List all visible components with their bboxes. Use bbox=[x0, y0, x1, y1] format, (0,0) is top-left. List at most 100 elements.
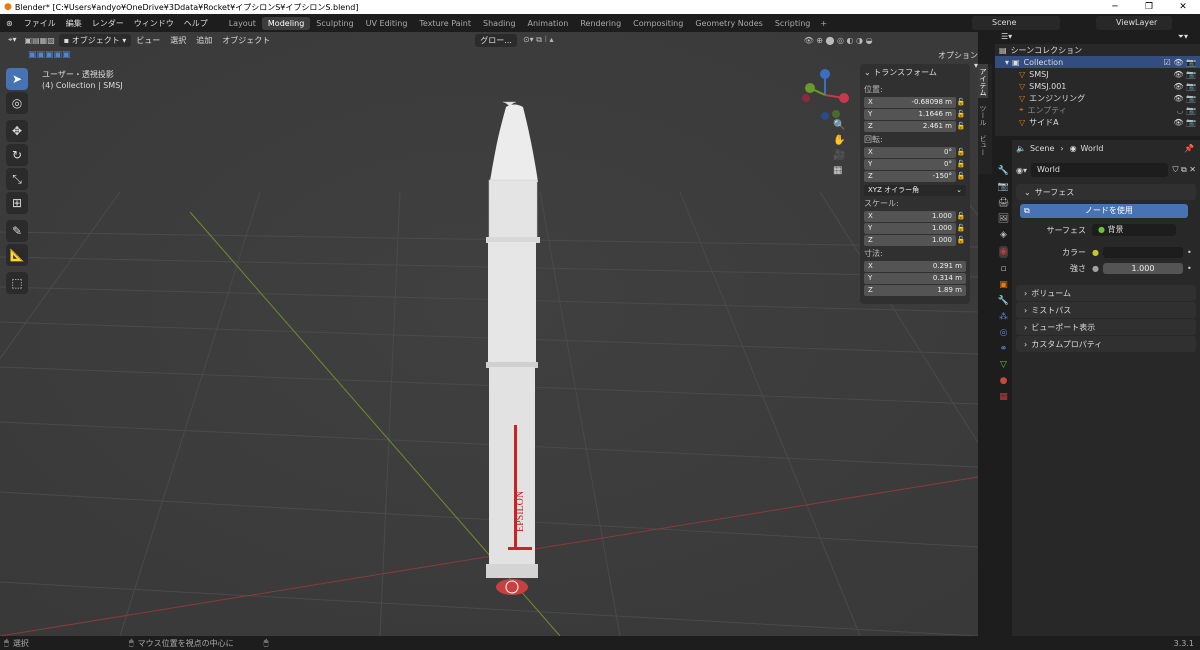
visibility-icons[interactable]: ◡ 📷 bbox=[1177, 106, 1196, 115]
rotation-mode-dropdown[interactable]: XYZ オイラー角 ⌄ bbox=[864, 184, 966, 196]
lock-icon[interactable]: 🔓 bbox=[956, 160, 966, 168]
workspace-tab-sculpting[interactable]: Sculpting bbox=[310, 17, 359, 30]
surface-shader-field[interactable]: ● 背景 bbox=[1092, 224, 1176, 236]
transform-orientation[interactable]: グロー... bbox=[475, 33, 517, 47]
tab-tool[interactable]: ツール bbox=[978, 98, 988, 128]
workspace-tab-texture-paint[interactable]: Texture Paint bbox=[413, 17, 477, 30]
selection-mode-icons[interactable]: ▣▤▦▧ bbox=[25, 36, 55, 45]
workspace-tab-layout[interactable]: Layout bbox=[223, 17, 262, 30]
lock-icon[interactable]: 🔓 bbox=[956, 148, 966, 156]
keyframe-dot-icon[interactable]: • bbox=[1187, 264, 1192, 273]
object-icon[interactable]: ▣ bbox=[999, 280, 1008, 290]
visibility-icons[interactable]: 👁 📷 bbox=[1173, 118, 1196, 127]
dimensions-y-field[interactable]: Y 0.314 m bbox=[864, 272, 966, 284]
workspace-tab-shading[interactable]: Shading bbox=[477, 17, 522, 30]
vp-menu-select[interactable]: 選択 bbox=[165, 35, 191, 46]
pivot-snap-icons[interactable]: ⊙▾ ⧉ ⁝ ▴ bbox=[523, 35, 554, 45]
filter-icon[interactable]: ⏷▾ bbox=[1178, 32, 1188, 42]
visibility-icons[interactable]: 👁 📷 bbox=[1173, 70, 1196, 79]
visibility-icons[interactable]: 👁 📷 bbox=[1173, 94, 1196, 103]
cursor-tool[interactable]: ◎ bbox=[6, 92, 28, 114]
constraints-icon[interactable]: ⚭ bbox=[1000, 344, 1008, 354]
data-icon[interactable]: ▽ bbox=[1000, 360, 1007, 370]
world-name-field[interactable]: World bbox=[1031, 163, 1169, 177]
fake-user-shield-icon[interactable]: ⛉ ⧉ ✕ bbox=[1172, 165, 1196, 175]
navigation-gizmo[interactable] bbox=[796, 66, 854, 124]
particles-icon[interactable]: ⁂ bbox=[999, 312, 1008, 322]
add-cube-tool[interactable]: ⬚ bbox=[6, 272, 28, 294]
vp-menu-object[interactable]: オブジェクト bbox=[217, 35, 275, 46]
scale-y-field[interactable]: Y 1.000 bbox=[864, 222, 956, 234]
transform-panel-header[interactable]: ⌄ トランスフォーム bbox=[864, 66, 966, 80]
move-tool[interactable]: ✥ bbox=[6, 120, 28, 142]
outliner-item[interactable]: ▽ サイドA 👁 📷 bbox=[995, 116, 1200, 128]
menu-window[interactable]: ウィンドウ bbox=[129, 18, 179, 29]
scale-z-field[interactable]: Z 1.000 bbox=[864, 234, 956, 246]
rotation-z-field[interactable]: Z -150° bbox=[864, 170, 956, 182]
tab-item[interactable]: アイテム bbox=[978, 64, 988, 98]
mode-selector[interactable]: ▪ オブジェクト ▾ bbox=[58, 33, 132, 47]
rotate-tool[interactable]: ↻ bbox=[6, 144, 28, 166]
outliner-item[interactable]: ▽ SMSJ.001 👁 📷 bbox=[995, 80, 1200, 92]
rotation-x-field[interactable]: X 0° bbox=[864, 146, 956, 158]
scene-icon[interactable]: ◈ bbox=[1000, 230, 1007, 240]
camera-icon[interactable]: 🎥 bbox=[833, 150, 845, 161]
workspace-tab-uv-editing[interactable]: UV Editing bbox=[360, 17, 414, 30]
lock-icon[interactable]: 🔓 bbox=[956, 212, 966, 220]
lock-icon[interactable]: 🔓 bbox=[956, 110, 966, 118]
dimensions-x-field[interactable]: X 0.291 m bbox=[864, 260, 966, 272]
workspace-tab-compositing[interactable]: Compositing bbox=[627, 17, 689, 30]
add-workspace-icon[interactable]: + bbox=[816, 19, 831, 28]
outliner-editor-icon[interactable]: ☰▾ bbox=[1001, 32, 1012, 41]
vp-menu-view[interactable]: ビュー bbox=[131, 35, 165, 46]
maximize-icon[interactable]: ❐ bbox=[1132, 0, 1166, 14]
section-volume[interactable]: › ボリューム bbox=[1016, 285, 1196, 301]
world-selector-icon[interactable]: ◉▾ bbox=[1016, 166, 1027, 175]
section-viewport-display[interactable]: › ビューポート表示 bbox=[1016, 319, 1196, 335]
lock-icon[interactable]: 🔓 bbox=[956, 172, 966, 180]
keyframe-dot-icon[interactable]: • bbox=[1187, 248, 1192, 257]
location-x-field[interactable]: X -0.68098 m bbox=[864, 96, 956, 108]
view-layer-icon[interactable]: 🖼 bbox=[998, 214, 1009, 224]
section-surface[interactable]: ⌄ サーフェス bbox=[1016, 184, 1196, 200]
use-nodes-button[interactable]: ⧉ ノードを使用 bbox=[1020, 204, 1188, 218]
editor-type-icon[interactable]: ⌖▾ bbox=[8, 35, 17, 45]
blender-menu-icon[interactable]: ⊛ bbox=[0, 19, 19, 28]
collection-tab-icon[interactable]: ▫ bbox=[1000, 264, 1006, 274]
overlay-gizmo-icons[interactable]: 👁 ⊕ ⬤ ◎ ◐ ◑ ◒ bbox=[804, 36, 873, 45]
lock-icon[interactable]: 🔓 bbox=[956, 98, 966, 106]
tab-view[interactable]: ビュー bbox=[978, 128, 988, 158]
workspace-tab-geometry-nodes[interactable]: Geometry Nodes bbox=[689, 17, 768, 30]
lock-icon[interactable]: 🔓 bbox=[956, 236, 966, 244]
color-swatch[interactable] bbox=[1102, 246, 1183, 258]
zoom-icon[interactable]: 🔍 bbox=[833, 120, 845, 131]
dimensions-z-field[interactable]: Z 1.89 m bbox=[864, 284, 966, 296]
measure-tool[interactable]: 📐 bbox=[6, 244, 28, 266]
grid-view-icon[interactable]: ▦ bbox=[833, 165, 845, 176]
transform-tool[interactable]: ⊞ bbox=[6, 192, 28, 214]
vp-menu-add[interactable]: 追加 bbox=[191, 35, 217, 46]
material-icon[interactable]: ● bbox=[1000, 376, 1008, 386]
outliner-scene-collection[interactable]: ▤ シーンコレクション bbox=[995, 44, 1200, 56]
world-icon[interactable]: ◉ bbox=[998, 246, 1009, 258]
menu-edit[interactable]: 編集 bbox=[61, 18, 87, 29]
workspace-tab-scripting[interactable]: Scripting bbox=[769, 17, 817, 30]
annotate-tool[interactable]: ✎ bbox=[6, 220, 28, 242]
options-menu[interactable]: オプション ▾ bbox=[932, 50, 978, 70]
pin-icon[interactable]: 📌 bbox=[1184, 144, 1194, 153]
rotation-y-field[interactable]: Y 0° bbox=[864, 158, 956, 170]
visibility-icons[interactable]: ☑ 👁 📷 bbox=[1164, 58, 1196, 67]
texture-icon[interactable]: ▦ bbox=[999, 392, 1008, 402]
workspace-tab-modeling[interactable]: Modeling bbox=[261, 16, 311, 30]
location-y-field[interactable]: Y 1.1646 m bbox=[864, 108, 956, 120]
section-mist-pass[interactable]: › ミストパス bbox=[1016, 302, 1196, 318]
modifier-wrench-icon[interactable]: 🔧 bbox=[998, 296, 1009, 306]
output-icon[interactable]: 🖨 bbox=[998, 198, 1009, 208]
outliner-collection[interactable]: ▾ ▣ Collection ☑ 👁 📷 bbox=[995, 56, 1200, 68]
scene-selector[interactable]: Scene bbox=[972, 16, 1060, 30]
select-mode-icons[interactable]: ▣▣▣▣▣ bbox=[28, 50, 71, 60]
strength-field[interactable]: 1.000 bbox=[1102, 262, 1183, 274]
tool-settings-icon[interactable]: 🔧 bbox=[998, 166, 1009, 176]
render-icon[interactable]: 📷 bbox=[998, 182, 1009, 192]
close-icon[interactable]: ✕ bbox=[1166, 0, 1200, 14]
